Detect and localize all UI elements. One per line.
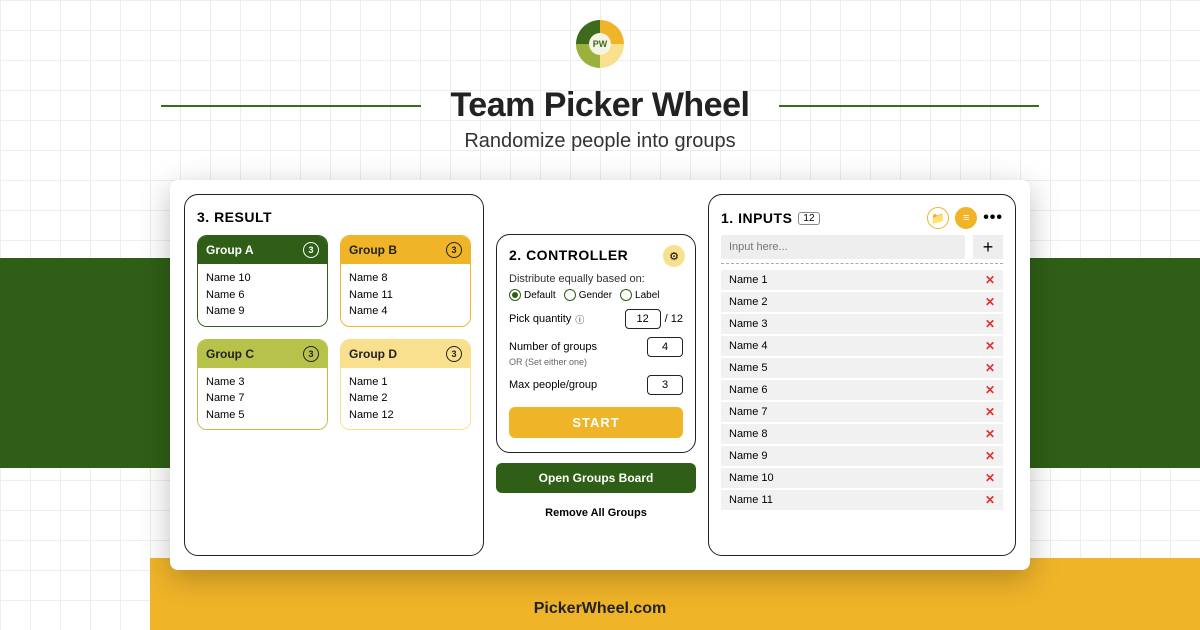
result-panel: 3. RESULT Group A3Name 10Name 6Name 9Gro… [184,194,484,556]
page-title: Team Picker Wheel [451,86,750,125]
max-people-input[interactable] [647,375,683,395]
list-item[interactable]: Name 11 ✕ [721,490,1003,510]
radio-label: Label [635,290,659,301]
inputs-title: 1. INPUTS [721,210,792,226]
pick-quantity-input[interactable] [625,309,661,329]
group-member: Name 1 [349,374,462,391]
input-name-field[interactable] [721,235,965,259]
settings-icon[interactable]: ⚙ [663,245,685,267]
decorative-line [161,105,421,107]
list-item[interactable]: Name 5 ✕ [721,358,1003,378]
page-subtitle: Randomize people into groups [0,130,1200,153]
more-icon[interactable]: ••• [983,209,1003,227]
group-box: Group D 3 Name 1Name 2Name 12 [340,339,471,431]
group-name: Group D [349,347,397,361]
max-people-label: Max people/group [509,379,597,391]
num-groups-label: Number of groups [509,341,597,353]
list-item-label: Name 4 [729,340,768,352]
group-member: Name 12 [349,407,462,424]
list-item[interactable]: Name 8 ✕ [721,424,1003,444]
add-button[interactable]: + [973,235,1003,259]
delete-icon[interactable]: ✕ [985,317,995,331]
delete-icon[interactable]: ✕ [985,295,995,309]
delete-icon[interactable]: ✕ [985,449,995,463]
group-member: Name 6 [206,287,319,304]
group-member: Name 8 [349,270,462,287]
list-item[interactable]: Name 2 ✕ [721,292,1003,312]
group-box: Group A 3 Name 10Name 6Name 9 [197,235,328,327]
delete-icon[interactable]: ✕ [985,383,995,397]
list-item-label: Name 6 [729,384,768,396]
group-member: Name 10 [206,270,319,287]
group-member: Name 3 [206,374,319,391]
list-icon[interactable]: ≡ [955,207,977,229]
group-name: Group B [349,243,397,257]
app-card: 3. RESULT Group A3Name 10Name 6Name 9Gro… [170,180,1030,570]
delete-icon[interactable]: ✕ [985,339,995,353]
start-button[interactable]: START [509,407,683,438]
open-groups-board-button[interactable]: Open Groups Board [496,463,696,493]
list-item-label: Name 9 [729,450,768,462]
list-item-label: Name 5 [729,362,768,374]
list-item-label: Name 3 [729,318,768,330]
list-item[interactable]: Name 10 ✕ [721,468,1003,488]
group-box: Group B 3 Name 8Name 11Name 4 [340,235,471,327]
delete-icon[interactable]: ✕ [985,405,995,419]
pick-quantity-total: / 12 [665,313,683,325]
list-item[interactable]: Name 6 ✕ [721,380,1003,400]
inputs-count: 12 [798,212,819,225]
list-item[interactable]: Name 9 ✕ [721,446,1003,466]
delete-icon[interactable]: ✕ [985,493,995,507]
footer-link[interactable]: PickerWheel.com [0,600,1200,618]
title-row: Team Picker Wheel [0,86,1200,125]
folder-icon[interactable]: 📁 [927,207,949,229]
app-logo [576,20,624,68]
radio-default[interactable] [509,289,521,301]
list-item[interactable]: Name 1 ✕ [721,270,1003,290]
group-member: Name 7 [206,390,319,407]
radio-label[interactable] [620,289,632,301]
group-member: Name 4 [349,303,462,320]
delete-icon[interactable]: ✕ [985,361,995,375]
delete-icon[interactable]: ✕ [985,471,995,485]
list-item[interactable]: Name 7 ✕ [721,402,1003,422]
remove-all-groups-button[interactable]: Remove All Groups [496,503,696,523]
group-count-badge: 3 [303,242,319,258]
or-note: OR (Set either one) [509,357,683,367]
list-item-label: Name 10 [729,472,774,484]
list-item[interactable]: Name 4 ✕ [721,336,1003,356]
num-groups-input[interactable] [647,337,683,357]
group-box: Group C 3 Name 3Name 7Name 5 [197,339,328,431]
decorative-line [779,105,1039,107]
controller-panel: ⚙ 2. CONTROLLER Distribute equally based… [496,234,696,453]
delete-icon[interactable]: ✕ [985,273,995,287]
group-count-badge: 3 [446,242,462,258]
divider [721,263,1003,264]
group-count-badge: 3 [303,346,319,362]
list-item-label: Name 1 [729,274,768,286]
list-item-label: Name 2 [729,296,768,308]
list-item[interactable]: Name 3 ✕ [721,314,1003,334]
inputs-panel: 1. INPUTS 12 📁 ≡ ••• + Name 1✕Name 2✕Nam… [708,194,1016,556]
result-title: 3. RESULT [197,209,471,225]
group-name: Group A [206,243,254,257]
list-item-label: Name 11 [729,494,773,506]
pick-quantity-label: Pick quantity [509,313,571,325]
radio-label: Default [524,290,556,301]
delete-icon[interactable]: ✕ [985,427,995,441]
radio-label: Gender [579,290,612,301]
list-item-label: Name 8 [729,428,768,440]
group-member: Name 5 [206,407,319,424]
group-name: Group C [206,347,254,361]
list-item-label: Name 7 [729,406,768,418]
group-member: Name 2 [349,390,462,407]
radio-gender[interactable] [564,289,576,301]
group-count-badge: 3 [446,346,462,362]
distribute-label: Distribute equally based on: [509,273,683,285]
group-member: Name 9 [206,303,319,320]
controller-title: 2. CONTROLLER [509,247,683,263]
group-member: Name 11 [349,287,462,304]
